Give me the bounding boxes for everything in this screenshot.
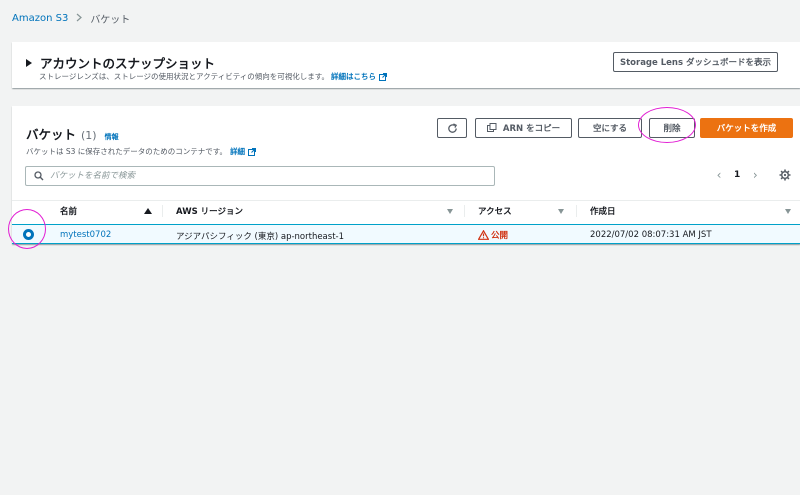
info-link[interactable]: 情報 xyxy=(105,132,119,142)
empty-bucket-button[interactable]: 空にする xyxy=(578,118,642,138)
buckets-details-link-label: 詳細 xyxy=(230,147,246,156)
account-details-link[interactable]: 詳細はこちら xyxy=(331,71,388,82)
caret-right-icon xyxy=(26,58,32,67)
chevron-left-icon[interactable]: ‹ xyxy=(712,168,726,182)
column-header-region[interactable]: AWS リージョン xyxy=(176,205,243,217)
bucket-access-status: 公開 xyxy=(478,229,508,241)
buckets-count: (1) xyxy=(81,129,97,142)
page-number[interactable]: 1 xyxy=(734,170,740,180)
column-divider xyxy=(464,205,465,217)
column-region-label: AWS リージョン xyxy=(176,206,243,217)
sort-ascending-icon[interactable] xyxy=(144,208,152,214)
account-description-text: ストレージレンズは、ストレージの使用状況とアクティビティの傾向を可視化します。 xyxy=(39,72,330,81)
chevron-right-icon[interactable]: › xyxy=(748,168,762,182)
account-snapshot-panel: アカウントのスナップショット ストレージレンズは、ストレージの使用状況とアクティ… xyxy=(12,42,800,88)
warning-icon xyxy=(478,230,489,240)
buckets-title: バケット xyxy=(26,127,77,142)
column-access-label: アクセス xyxy=(478,206,512,217)
refresh-icon xyxy=(447,122,457,133)
bucket-search-input[interactable] xyxy=(50,171,490,181)
buckets-details-link[interactable]: 詳細 xyxy=(230,146,257,157)
radio-selected-icon[interactable] xyxy=(23,229,34,240)
bucket-search xyxy=(25,166,495,186)
pagination: ‹ 1 › xyxy=(712,168,762,182)
buckets-description-text: バケットは S3 に保存されたデータのためのコンテナです。 xyxy=(26,147,228,156)
column-divider xyxy=(576,205,577,217)
search-icon xyxy=(34,171,44,181)
column-name-label: 名前 xyxy=(60,206,78,217)
bucket-access-label: 公開 xyxy=(491,231,509,241)
account-details-link-label: 詳細はこちら xyxy=(331,72,377,81)
sort-descending-icon[interactable] xyxy=(558,209,564,214)
refresh-button[interactable] xyxy=(437,118,467,138)
copy-arn-label: ARN をコピー xyxy=(502,124,561,134)
copy-icon xyxy=(486,123,497,132)
copy-arn-button[interactable]: ARN をコピー xyxy=(475,118,572,138)
view-storage-lens-button[interactable]: Storage Lens ダッシュボードを表示 xyxy=(613,52,778,72)
bucket-created-date: 2022/07/02 08:07:31 AM JST xyxy=(590,230,712,240)
external-link-icon xyxy=(248,147,257,156)
breadcrumb-current: バケット xyxy=(90,15,131,26)
table-header: 名前 AWS リージョン アクセス 作成日 xyxy=(12,200,800,220)
table-row[interactable]: mytest0702 アジアパシフィック (東京) ap-northeast-1… xyxy=(12,224,800,244)
breadcrumb: Amazon S3 バケット xyxy=(12,11,130,26)
bucket-region: アジアパシフィック (東京) ap-northeast-1 xyxy=(176,232,345,242)
external-link-icon xyxy=(379,72,388,81)
column-header-access[interactable]: アクセス xyxy=(478,205,512,217)
account-snapshot-description: ストレージレンズは、ストレージの使用状況とアクティビティの傾向を可視化します。 … xyxy=(39,71,388,82)
column-created-label: 作成日 xyxy=(590,206,616,217)
sort-descending-icon[interactable] xyxy=(447,209,453,214)
sort-descending-icon[interactable] xyxy=(785,209,791,214)
column-header-name[interactable]: 名前 xyxy=(60,205,77,217)
create-bucket-button[interactable]: バケットを作成 xyxy=(700,118,793,138)
gear-icon[interactable] xyxy=(779,169,791,181)
delete-bucket-button[interactable]: 削除 xyxy=(649,118,695,138)
account-snapshot-toggle[interactable]: アカウントのスナップショット xyxy=(26,53,215,72)
column-divider xyxy=(162,205,163,217)
bucket-name-link[interactable]: mytest0702 xyxy=(60,230,111,240)
column-header-created[interactable]: 作成日 xyxy=(590,205,616,217)
buckets-description: バケットは S3 に保存されたデータのためのコンテナです。 詳細 xyxy=(26,146,257,157)
breadcrumb-amazon-s3[interactable]: Amazon S3 xyxy=(12,13,68,24)
buckets-header: バケット (1) 情報 xyxy=(26,124,119,143)
account-snapshot-title: アカウントのスナップショット xyxy=(40,56,216,71)
chevron-right-icon xyxy=(76,13,83,25)
